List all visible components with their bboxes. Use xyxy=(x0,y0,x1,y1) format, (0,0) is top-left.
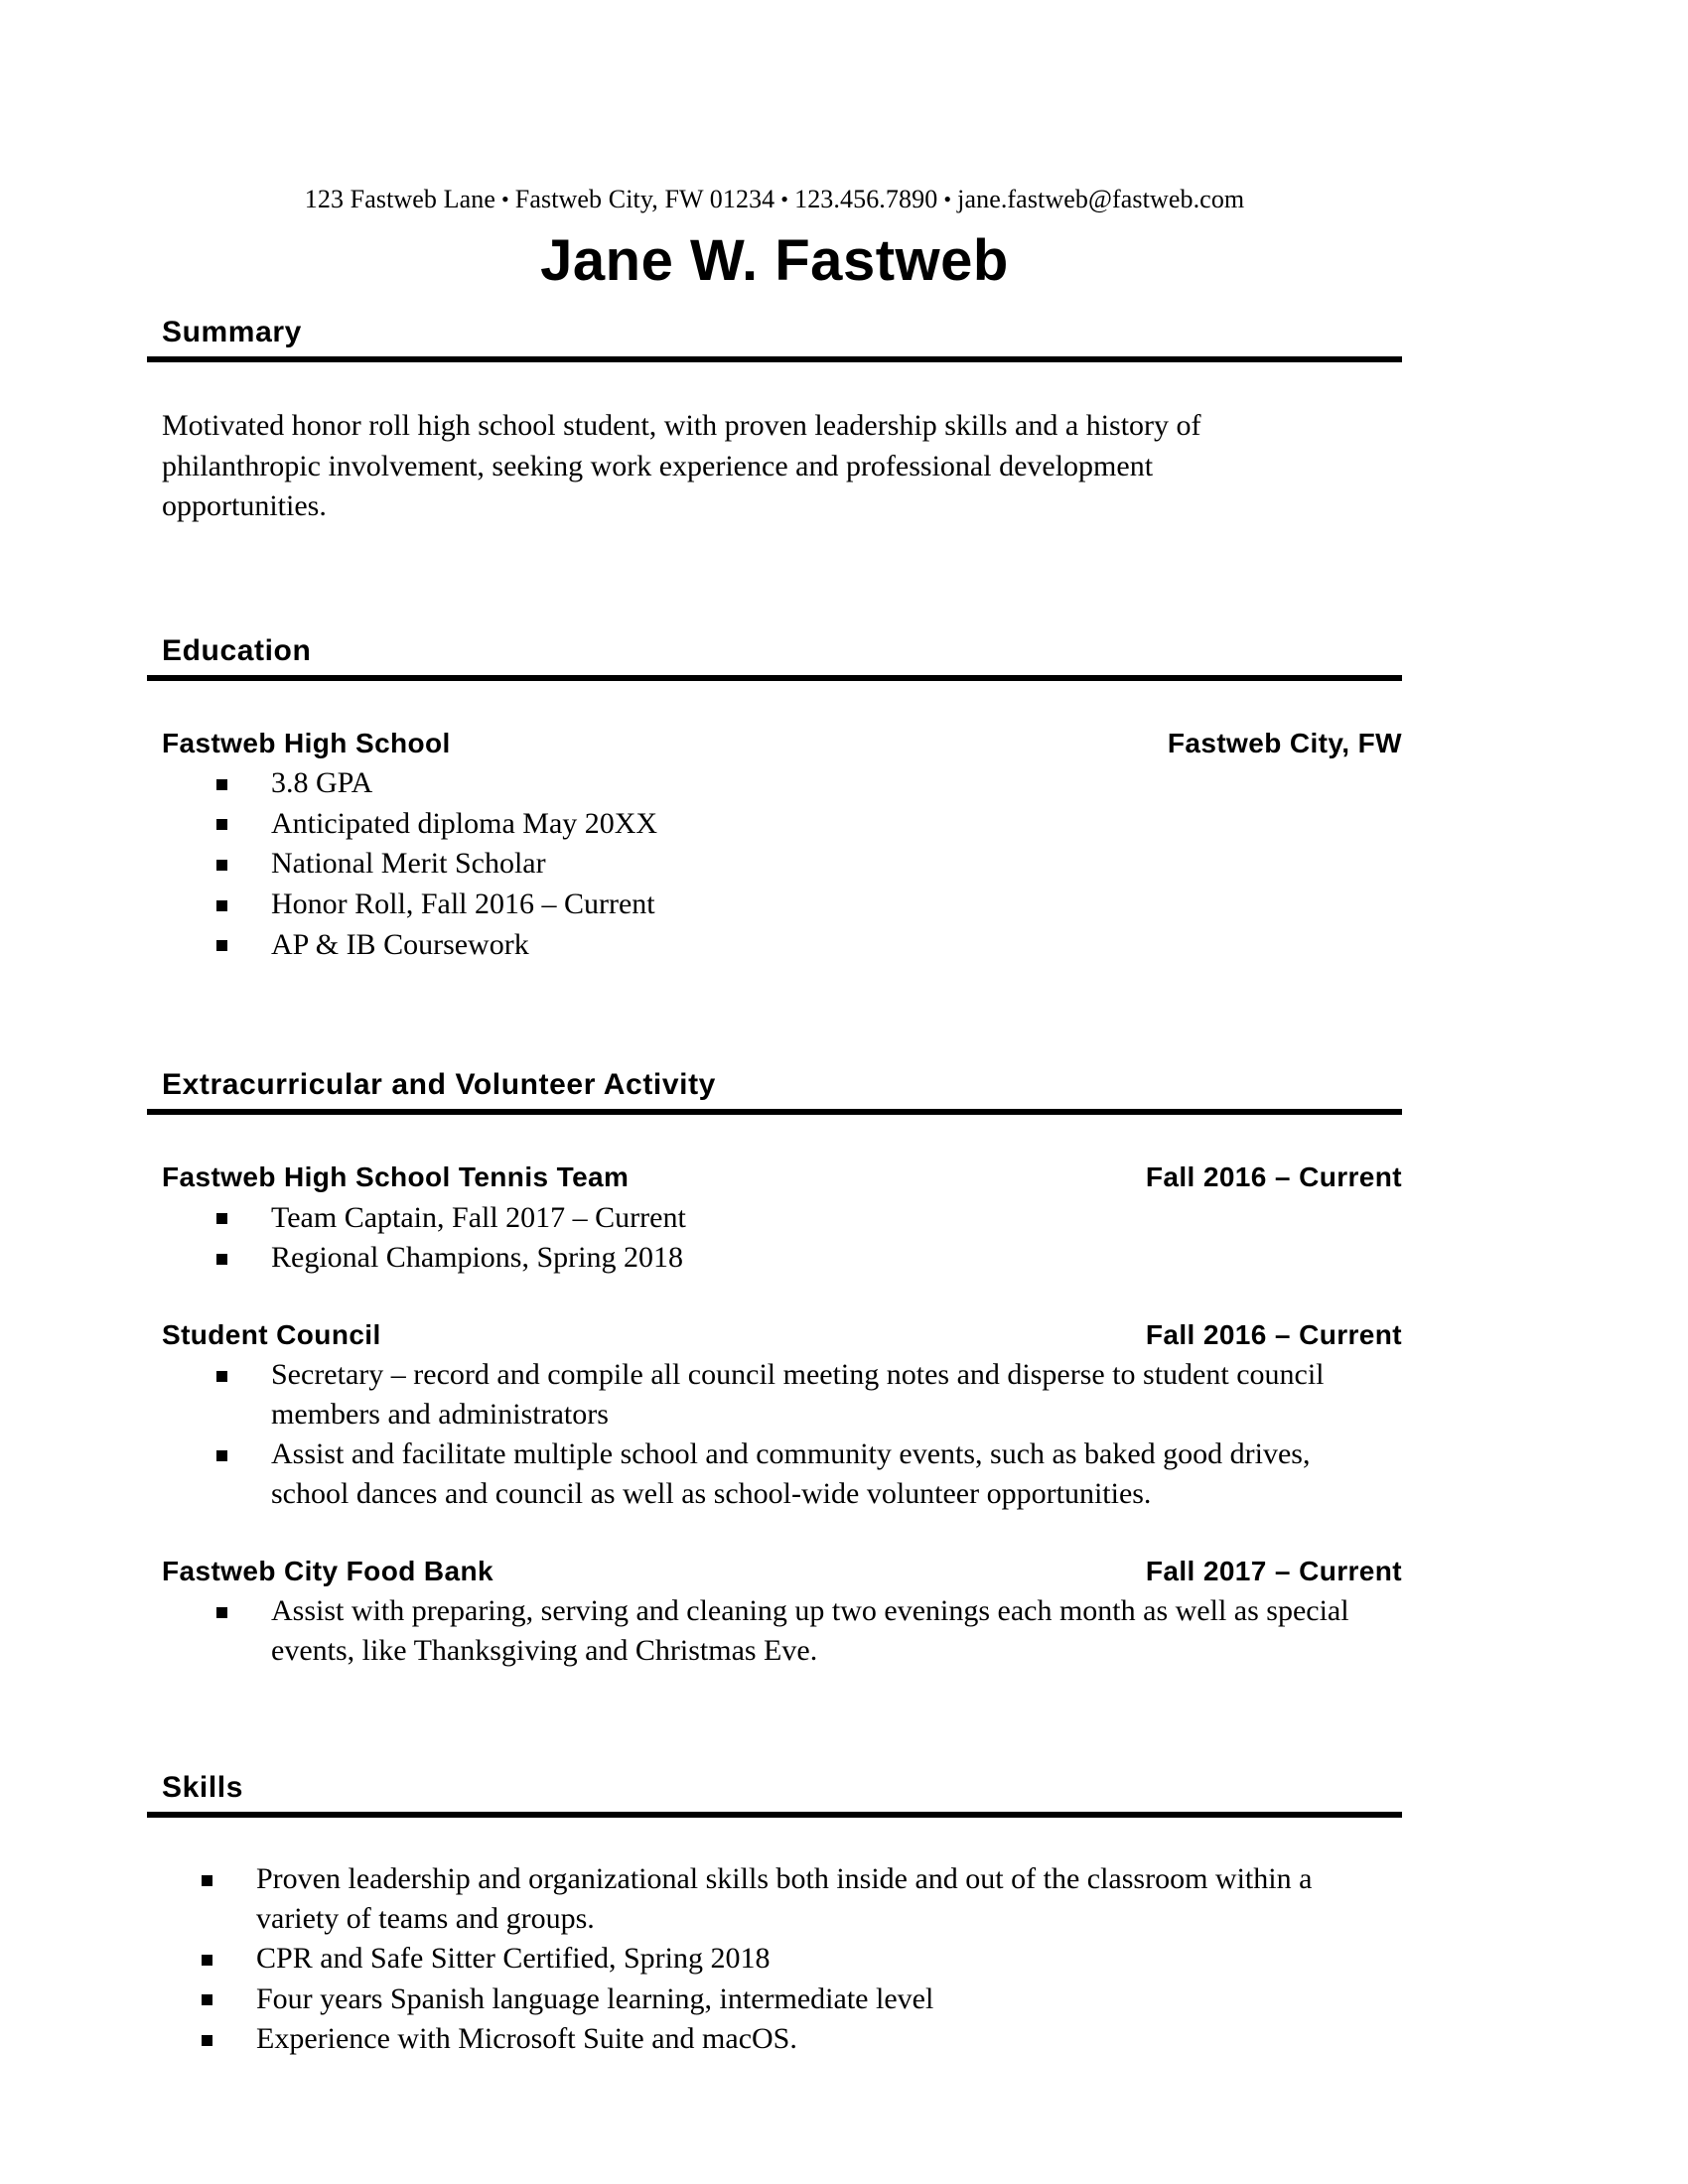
list-item: Assist with preparing, serving and clean… xyxy=(162,1591,1383,1670)
candidate-name: Jane W. Fastweb xyxy=(540,227,1009,293)
extracurricular-organization: Fastweb High School Tennis Team xyxy=(162,1161,630,1193)
contact-separator-1: • xyxy=(500,187,509,211)
contact-email: jane.fastweb@fastweb.com xyxy=(957,185,1245,213)
contact-city-state-zip: Fastweb City, FW 01234 xyxy=(514,185,775,213)
section-summary: Summary Motivated honor roll high school… xyxy=(147,317,1402,527)
section-education: Education Fastweb High School Fastweb Ci… xyxy=(147,635,1402,964)
education-entry: Fastweb High School Fastweb City, FW 3.8… xyxy=(147,727,1402,964)
list-item: 3.8 GPA xyxy=(162,763,1402,803)
list-item: Regional Champions, Spring 2018 xyxy=(162,1238,1402,1278)
resume-content: 123 Fastweb Lane • Fastweb City, FW 01234 •… xyxy=(147,0,1402,2100)
extracurricular-bullet-list: Assist with preparing, serving and clean… xyxy=(162,1591,1402,1670)
education-entry-header: Fastweb High School Fastweb City, FW xyxy=(162,727,1402,758)
extracurricular-dates: Fall 2016 – Current xyxy=(1145,1318,1402,1350)
contact-phone: 123.456.7890 xyxy=(794,185,938,213)
list-item: Secretary – record and compile all counc… xyxy=(162,1355,1383,1433)
contact-address: 123 Fastweb Lane xyxy=(304,185,495,213)
list-item: Anticipated diploma May 20XX xyxy=(162,804,1402,844)
section-heading-summary: Summary xyxy=(147,317,1402,362)
extracurricular-entry-header: Fastweb High School Tennis Team Fall 201… xyxy=(162,1161,1402,1193)
education-bullet-list: 3.8 GPA Anticipated diploma May 20XX Nat… xyxy=(162,763,1402,964)
education-organization: Fastweb High School xyxy=(162,727,451,758)
resume-page: 123 Fastweb Lane • Fastweb City, FW 01234 •… xyxy=(0,0,1688,2184)
extracurricular-organization: Fastweb City Food Bank xyxy=(162,1555,493,1586)
extracurricular-bullet-list: Team Captain, Fall 2017 – Current Region… xyxy=(162,1198,1402,1278)
list-item: Assist and facilitate multiple school an… xyxy=(162,1434,1383,1513)
extracurricular-dates: Fall 2016 – Current xyxy=(1145,1161,1402,1193)
section-heading-skills: Skills xyxy=(147,1773,1402,1819)
extracurricular-dates: Fall 2017 – Current xyxy=(1145,1555,1402,1586)
list-item: Honor Roll, Fall 2016 – Current xyxy=(162,885,1402,924)
education-location: Fastweb City, FW xyxy=(1167,727,1402,758)
extracurricular-entry-header: Fastweb City Food Bank Fall 2017 – Curre… xyxy=(162,1555,1402,1586)
section-heading-extracurricular: Extracurricular and Volunteer Activity xyxy=(147,1070,1402,1116)
contact-separator-2: • xyxy=(780,187,789,211)
section-extracurricular: Extracurricular and Volunteer Activity F… xyxy=(147,1070,1402,1670)
extracurricular-entry-header: Student Council Fall 2016 – Current xyxy=(162,1318,1402,1350)
contact-separator-3: • xyxy=(943,187,952,211)
list-item: Experience with Microsoft Suite and macO… xyxy=(147,2019,1402,2059)
skills-bullet-list: Proven leadership and organizational ski… xyxy=(147,1859,1402,2059)
extracurricular-entry-tennis: Fastweb High School Tennis Team Fall 201… xyxy=(147,1162,1402,1278)
list-item: Four years Spanish language learning, in… xyxy=(147,1979,1402,2019)
extracurricular-entry-food-bank: Fastweb City Food Bank Fall 2017 – Curre… xyxy=(147,1555,1402,1671)
extracurricular-organization: Student Council xyxy=(162,1318,381,1350)
extracurricular-bullet-list: Secretary – record and compile all counc… xyxy=(162,1355,1402,1513)
contact-line: 123 Fastweb Lane • Fastweb City, FW 01234 •… xyxy=(147,0,1402,214)
page-bottom-spacer xyxy=(147,2060,1402,2100)
extracurricular-entry-student-council: Student Council Fall 2016 – Current Secr… xyxy=(147,1318,1402,1514)
list-item: National Merit Scholar xyxy=(162,844,1402,884)
section-heading-education: Education xyxy=(147,635,1402,681)
section-skills: Skills Proven leadership and organizatio… xyxy=(147,1773,1402,2059)
list-item: Team Captain, Fall 2017 – Current xyxy=(162,1198,1402,1238)
summary-paragraph: Motivated honor roll high school student… xyxy=(162,408,1201,523)
list-item: AP & IB Coursework xyxy=(162,925,1402,965)
list-item: CPR and Safe Sitter Certified, Spring 20… xyxy=(147,1939,1402,1979)
list-item: Proven leadership and organizational ski… xyxy=(147,1859,1368,1938)
